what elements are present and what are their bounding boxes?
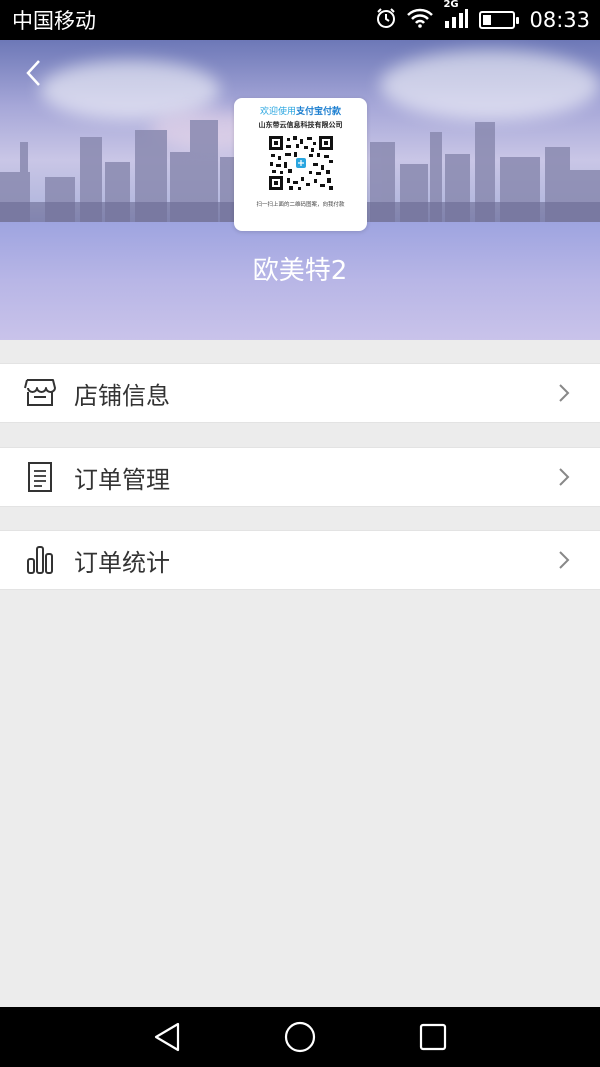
qr-code-card[interactable]: 欢迎使用支付宝付款 山东带云信息科技有限公司 扫一扫上面的二维码图案，向我付款: [234, 98, 367, 231]
status-bar: 中国移动 2G 08:33: [0, 0, 600, 40]
carrier-name: 中国移动: [12, 9, 96, 33]
battery-icon: [479, 11, 520, 29]
menu-item-label: 订单统计: [74, 548, 170, 577]
menu-item-store-info[interactable]: 店铺信息: [0, 363, 600, 423]
nav-back-button[interactable]: [137, 1007, 197, 1067]
shop-header: 欢迎使用支付宝付款 山东带云信息科技有限公司 扫一扫上面的二维码图案，向我付款: [0, 40, 600, 340]
chevron-left-icon: [26, 60, 40, 86]
alarm-icon: [375, 7, 397, 34]
store-icon: [24, 376, 56, 410]
document-icon: [24, 460, 56, 494]
menu-item-label: 订单管理: [74, 465, 170, 494]
chevron-right-icon: [554, 548, 574, 572]
qr-welcome-prefix: 欢迎使用: [259, 107, 296, 117]
chevron-right-icon: [554, 381, 574, 405]
circle-home-icon: [284, 1021, 316, 1053]
menu-item-order-statistics[interactable]: 订单统计: [0, 530, 600, 590]
bar-chart-icon: [24, 543, 56, 577]
chevron-right-icon: [554, 465, 574, 489]
qr-welcome-text: 欢迎使用支付宝付款: [260, 104, 341, 117]
qr-hint-text: 扫一扫上面的二维码图案，向我付款: [256, 202, 345, 208]
triangle-back-icon: [154, 1022, 179, 1052]
back-button[interactable]: [18, 56, 48, 90]
nav-recents-button[interactable]: [403, 1007, 463, 1067]
square-recents-icon: [420, 1023, 447, 1051]
menu-item-label: 店铺信息: [74, 381, 170, 410]
signal-icon: 2G: [443, 0, 469, 34]
wifi-icon: [407, 8, 434, 33]
qr-code-image: [268, 136, 333, 190]
nav-home-button[interactable]: [270, 1007, 330, 1067]
shop-name: 欧美特2: [252, 256, 348, 286]
status-time: 08:33: [529, 8, 590, 32]
status-icons: 2G 08:33: [375, 0, 590, 34]
qr-company-name: 山东带云信息科技有限公司: [258, 121, 343, 129]
menu-item-order-management[interactable]: 订单管理: [0, 447, 600, 507]
qr-welcome-brand: 支付宝付款: [296, 107, 342, 117]
network-type: 2G: [443, 0, 459, 10]
system-navigation-bar: [0, 1007, 600, 1067]
